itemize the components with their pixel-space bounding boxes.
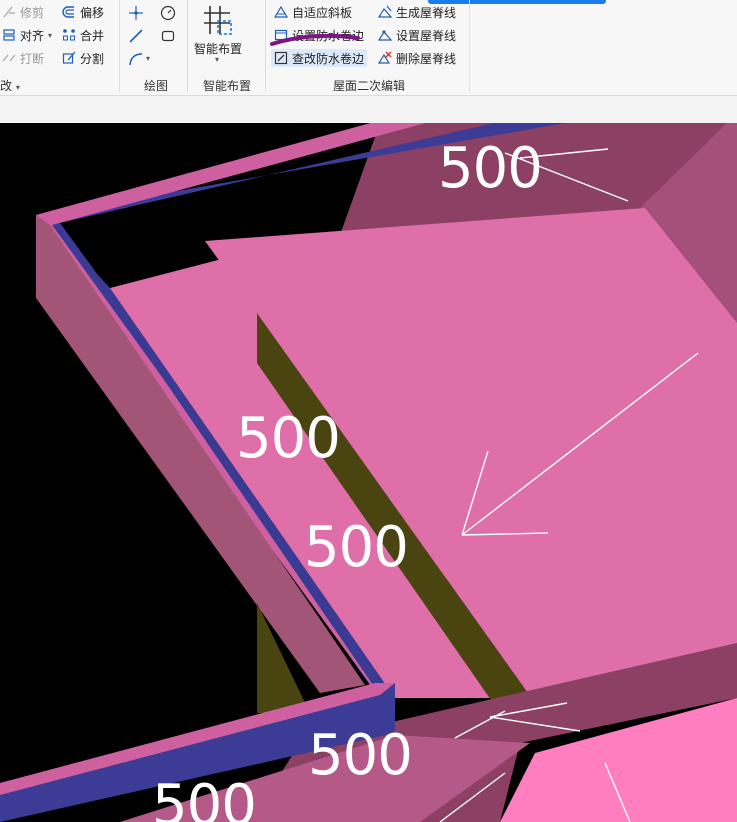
smart-layout-grid-icon (202, 4, 234, 42)
set-ridge-label: 设置屋脊线 (396, 28, 457, 43)
offset-label: 偏移 (80, 5, 105, 20)
rectangle-icon (160, 28, 175, 42)
delete-ridge-icon (377, 51, 392, 65)
trim-icon (2, 5, 16, 19)
break-label: 打断 (20, 51, 45, 66)
roof-edit-group-label: 屋面二次编辑 (333, 79, 406, 93)
merge-button[interactable]: 合并 (62, 26, 104, 44)
ribbon-bottom-bar (0, 95, 737, 125)
smart-layout-group-label: 智能布置 (203, 79, 252, 93)
smart-layout-dropdown-icon: ▾ (215, 55, 220, 64)
dimension-label: 500 (236, 406, 341, 471)
generate-ridge-icon (377, 5, 393, 19)
group-separator (187, 0, 188, 92)
delete-ridge-button[interactable]: 删除屋脊线 (377, 49, 457, 67)
align-button[interactable]: 对齐 ▾ (2, 26, 52, 44)
modify-waterproof-edge-label: 查改防水卷边 (292, 51, 365, 66)
arc-icon (128, 51, 143, 66)
purple-underline-annotation (270, 34, 360, 46)
dimension-label: 500 (152, 773, 257, 822)
arc-dropdown-icon: ▾ (146, 53, 151, 63)
rotate-point-button[interactable] (160, 3, 176, 21)
split-button[interactable]: 分割 (62, 49, 104, 67)
offset-button[interactable]: 偏移 (62, 3, 104, 21)
adaptive-slab-button[interactable]: 自适应斜板 (273, 3, 353, 21)
group-separator (469, 0, 470, 92)
line-tool-button[interactable] (128, 26, 143, 44)
set-ridge-button[interactable]: 设置屋脊线 (377, 26, 457, 44)
ribbon-toolbar: 修剪 偏移 对齐 ▾ 合并 打断 分割 改 ▾ ▾ 绘图 智能布置 ▾ 智能布置… (0, 0, 737, 95)
modify-group-label: 改 ▾ (0, 77, 20, 94)
trim-label: 修剪 (20, 5, 45, 20)
adaptive-slab-label: 自适应斜板 (292, 5, 353, 20)
roof-model-render (0, 123, 737, 822)
rectangle-tool-button[interactable] (160, 26, 175, 44)
clock-circle-icon (160, 5, 176, 21)
group-expand-icon[interactable]: ▾ (16, 83, 20, 92)
generate-ridge-label: 生成屋脊线 (396, 5, 457, 20)
modify-group-label-text: 改 (0, 79, 13, 93)
align-dropdown-icon: ▾ (48, 30, 53, 40)
point-tool-button[interactable] (128, 3, 143, 21)
dimension-label: 500 (304, 515, 409, 580)
split-label: 分割 (80, 51, 105, 66)
split-icon (62, 51, 76, 65)
set-ridge-icon (377, 28, 393, 42)
delete-ridge-label: 删除屋脊线 (396, 51, 457, 66)
dimension-label: 500 (438, 136, 543, 201)
align-icon (2, 28, 16, 42)
smart-layout-button[interactable]: 智能布置 ▾ (194, 2, 246, 68)
modify-waterproof-edge-icon (274, 51, 288, 65)
merge-label: 合并 (80, 28, 105, 43)
group-separator (265, 0, 266, 92)
group-separator (119, 0, 120, 92)
break-button[interactable]: 打断 (2, 49, 44, 67)
modify-waterproof-edge-button[interactable]: 查改防水卷边 (271, 49, 368, 67)
3d-viewport[interactable]: 500 500 500 500 500 (0, 123, 737, 822)
adaptive-slab-icon (273, 5, 289, 19)
trim-button[interactable]: 修剪 (2, 3, 44, 21)
dimension-label: 500 (308, 723, 413, 788)
offset-icon (62, 5, 76, 19)
draw-group-label: 绘图 (144, 79, 169, 93)
point-crosshair-icon (128, 5, 143, 20)
line-icon (128, 28, 143, 43)
arc-tool-button[interactable]: ▾ (128, 49, 150, 67)
align-label: 对齐 (20, 28, 45, 43)
merge-icon (62, 28, 76, 42)
break-icon (2, 51, 16, 65)
generate-ridge-button[interactable]: 生成屋脊线 (377, 3, 457, 21)
